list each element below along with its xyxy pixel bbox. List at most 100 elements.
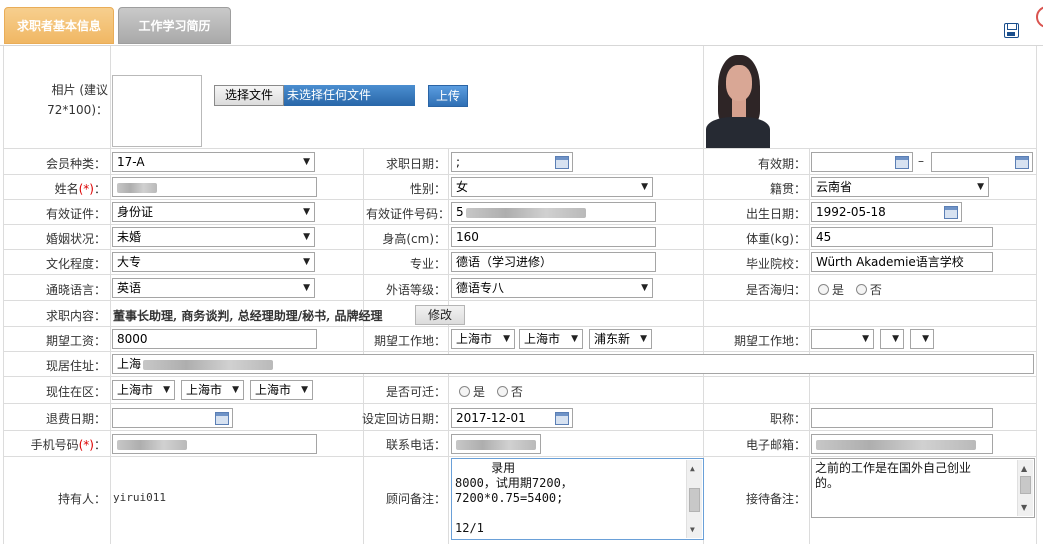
work-place2-district-select[interactable]: ▼	[910, 329, 934, 349]
scroll-up-icon[interactable]: ▲	[1021, 461, 1027, 476]
address-label: 现居住址：	[45, 359, 106, 373]
mobile-input[interactable]	[112, 434, 317, 454]
region-city-select[interactable]: 上海市 ▼	[181, 380, 244, 400]
region-province-select[interactable]: 上海市 ▼	[112, 380, 175, 400]
upload-button[interactable]: 上传	[428, 85, 468, 107]
foreign-level-select[interactable]: 德语专八 ▼	[451, 278, 653, 298]
advisor-note-label: 顾问备注：	[385, 492, 446, 506]
work-place1-province-select[interactable]: 上海市 ▼	[451, 329, 515, 349]
gender-value: 女	[456, 180, 469, 194]
redacted-text	[143, 359, 274, 370]
grid-line	[110, 46, 111, 544]
work-place1-district-select[interactable]: 浦东新 ▼	[589, 329, 652, 349]
address-value: 上海	[117, 357, 142, 371]
work-place1-city-select[interactable]: 上海市 ▼	[519, 329, 583, 349]
job-content-value: 董事长助理, 商务谈判, 总经理助理/秘书, 品牌经理	[113, 309, 383, 323]
photo-label-line2: 72*100)：	[47, 103, 108, 117]
choose-file-button[interactable]: 选择文件	[214, 85, 284, 106]
job-content-label: 求职内容：	[45, 309, 106, 323]
chevron-down-icon: ▼	[641, 182, 648, 192]
school-input[interactable]: Würth Akademie语言学校	[811, 252, 993, 272]
work-place2-label: 期望工作地：	[733, 334, 806, 348]
native-place-select[interactable]: 云南省 ▼	[811, 177, 989, 197]
gender-select[interactable]: 女 ▼	[451, 177, 653, 197]
grid-line	[1036, 46, 1037, 544]
chevron-down-icon: ▼	[922, 334, 929, 344]
mobile-label-colon: ：	[93, 438, 106, 452]
member-type-select[interactable]: 17-A ▼	[112, 152, 315, 172]
height-input[interactable]: 160	[451, 227, 656, 247]
phone-input[interactable]	[451, 434, 541, 454]
relocate-yes-radio[interactable]	[459, 386, 470, 397]
returnee-no-radio[interactable]	[855, 284, 867, 295]
chevron-down-icon: ▼	[303, 283, 310, 293]
valid-period-end-input[interactable]	[931, 152, 1033, 172]
native-place-value: 云南省	[816, 180, 853, 194]
scrollbar-thumb[interactable]	[1020, 476, 1031, 494]
work-place2-city-select[interactable]: ▼	[880, 329, 904, 349]
close-circle-icon[interactable]	[1036, 6, 1043, 28]
valid-period-start-input[interactable]	[811, 152, 913, 172]
returnee-yes-radio[interactable]	[818, 284, 829, 295]
marital-label: 婚姻状况：	[45, 232, 106, 246]
education-value: 大专	[117, 255, 142, 269]
save-icon[interactable]	[1004, 23, 1019, 38]
tab-work-study-resume[interactable]: 工作学习简历	[118, 7, 231, 44]
grid-line	[3, 174, 1037, 175]
scrollbar-thumb[interactable]	[689, 488, 700, 512]
chevron-down-icon: ▼	[503, 334, 510, 344]
callback-date-input[interactable]: 2017-12-01	[451, 408, 573, 428]
grid-line	[3, 249, 1037, 250]
marital-select[interactable]: 未婚 ▼	[112, 227, 315, 247]
valid-period-dash: –	[918, 154, 924, 168]
school-label: 毕业院校：	[745, 257, 806, 271]
chevron-down-icon: ▼	[163, 385, 170, 395]
chevron-down-icon: ▼	[232, 385, 239, 395]
birth-date-label: 出生日期：	[745, 207, 806, 221]
grid-line	[3, 376, 1037, 377]
region-city-value: 上海市	[186, 383, 223, 397]
language-label: 通晓语言：	[45, 283, 106, 297]
name-input[interactable]	[112, 177, 317, 197]
work-place2-province-select[interactable]: ▼	[811, 329, 874, 349]
scroll-down-icon[interactable]: ▼	[1021, 500, 1027, 515]
address-input[interactable]: 上海	[112, 354, 1034, 374]
education-select[interactable]: 大专 ▼	[112, 252, 315, 272]
scrollbar[interactable]: ▲ ▼	[686, 460, 702, 538]
grid-line	[3, 148, 1037, 149]
returnee-radio-group: 是 否	[818, 281, 882, 298]
modify-job-content-button[interactable]: 修改	[415, 305, 465, 325]
id-type-select[interactable]: 身份证 ▼	[112, 202, 315, 222]
major-input[interactable]: 德语（学习进修）	[451, 252, 656, 272]
id-number-input[interactable]: 5	[451, 202, 656, 222]
relocate-no-radio[interactable]	[496, 386, 508, 397]
weight-input[interactable]: 45	[811, 227, 993, 247]
education-label: 文化程度：	[45, 257, 106, 271]
reception-note-textarea[interactable]: 之前的工作是在国外自己创业 的。 ▲ ▼	[811, 458, 1035, 518]
scroll-down-icon[interactable]: ▼	[690, 522, 695, 537]
email-input[interactable]	[811, 434, 993, 454]
refund-date-input[interactable]	[112, 408, 233, 428]
returnee-no-label: 否	[869, 283, 882, 297]
scroll-up-icon[interactable]: ▲	[690, 461, 695, 476]
grid-line	[3, 199, 1037, 200]
id-type-label: 有效证件：	[45, 207, 106, 221]
job-date-input[interactable]: ;	[451, 152, 573, 172]
scrollbar[interactable]: ▲ ▼	[1017, 460, 1033, 516]
height-label: 身高(cm)：	[382, 232, 446, 246]
salary-input[interactable]: 8000	[112, 329, 317, 349]
chevron-down-icon: ▼	[303, 157, 310, 167]
tab-basic-info[interactable]: 求职者基本信息	[4, 7, 114, 44]
job-title-input[interactable]	[811, 408, 993, 428]
foreign-level-label: 外语等级：	[385, 283, 446, 297]
name-label: 姓名(*)：	[10, 180, 106, 197]
advisor-note-textarea[interactable]: 录用 8000，试用期7200， 7200*0.75=5400; 12/1 ▲ ▼	[451, 458, 704, 540]
region-district-select[interactable]: 上海市 ▼	[250, 380, 313, 400]
phone-label: 联系电话：	[385, 438, 446, 452]
birth-date-input[interactable]: 1992-05-18	[811, 202, 962, 222]
language-select[interactable]: 英语 ▼	[112, 278, 315, 298]
native-place-label: 籍贯：	[769, 182, 806, 196]
member-type-value: 17-A	[117, 155, 145, 169]
grid-line	[3, 430, 1037, 431]
name-label-colon: ：	[93, 182, 106, 196]
